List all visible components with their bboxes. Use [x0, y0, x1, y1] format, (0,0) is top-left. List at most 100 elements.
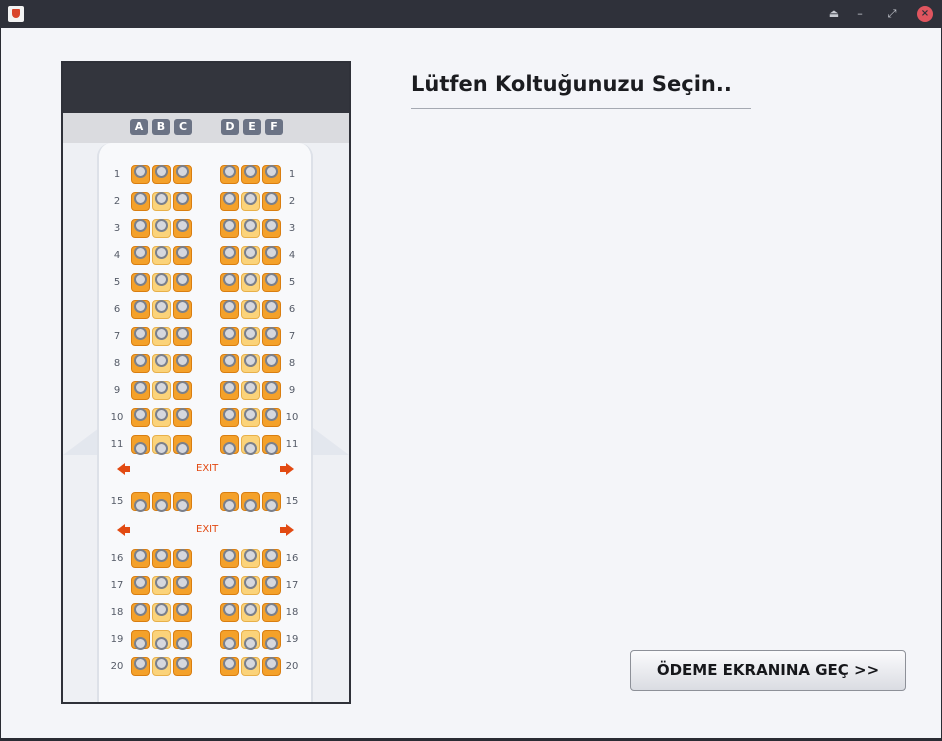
seat-11f[interactable] — [262, 435, 281, 455]
seat-16b[interactable] — [152, 549, 171, 568]
seat-17e[interactable] — [241, 576, 260, 595]
seat-20a[interactable] — [131, 657, 150, 676]
eject-icon[interactable]: ⏏ — [826, 6, 842, 22]
seat-4c[interactable] — [173, 246, 192, 265]
seat-16e[interactable] — [241, 549, 260, 568]
seat-15c[interactable] — [173, 492, 192, 512]
seat-15e[interactable] — [241, 492, 260, 512]
seat-5b[interactable] — [152, 273, 171, 292]
seat-5c[interactable] — [173, 273, 192, 292]
seat-7e[interactable] — [241, 327, 260, 346]
seat-11c[interactable] — [173, 435, 192, 455]
seat-1a[interactable] — [131, 165, 150, 184]
seat-7a[interactable] — [131, 327, 150, 346]
seat-2e[interactable] — [241, 192, 260, 211]
seat-18d[interactable] — [220, 603, 239, 622]
close-icon[interactable]: × — [917, 6, 933, 22]
seat-11e[interactable] — [241, 435, 260, 455]
seat-19f[interactable] — [262, 630, 281, 650]
seat-17c[interactable] — [173, 576, 192, 595]
seat-16d[interactable] — [220, 549, 239, 568]
seat-20e[interactable] — [241, 657, 260, 676]
seat-20b[interactable] — [152, 657, 171, 676]
seat-18e[interactable] — [241, 603, 260, 622]
seat-15a[interactable] — [131, 492, 150, 512]
seat-18a[interactable] — [131, 603, 150, 622]
seat-4b[interactable] — [152, 246, 171, 265]
seat-6a[interactable] — [131, 300, 150, 319]
seat-18f[interactable] — [262, 603, 281, 622]
seat-19b[interactable] — [152, 630, 171, 650]
seat-7b[interactable] — [152, 327, 171, 346]
seat-8e[interactable] — [241, 354, 260, 373]
seat-10f[interactable] — [262, 408, 281, 427]
seat-17a[interactable] — [131, 576, 150, 595]
seat-6c[interactable] — [173, 300, 192, 319]
seat-7d[interactable] — [220, 327, 239, 346]
seat-4f[interactable] — [262, 246, 281, 265]
seat-4e[interactable] — [241, 246, 260, 265]
seat-2b[interactable] — [152, 192, 171, 211]
seat-15b[interactable] — [152, 492, 171, 512]
seat-5e[interactable] — [241, 273, 260, 292]
seat-9f[interactable] — [262, 381, 281, 400]
seat-16f[interactable] — [262, 549, 281, 568]
seat-3d[interactable] — [220, 219, 239, 238]
seat-6f[interactable] — [262, 300, 281, 319]
seat-1e[interactable] — [241, 165, 260, 184]
seat-1f[interactable] — [262, 165, 281, 184]
seat-8d[interactable] — [220, 354, 239, 373]
seat-1b[interactable] — [152, 165, 171, 184]
seat-2a[interactable] — [131, 192, 150, 211]
seat-3e[interactable] — [241, 219, 260, 238]
seat-3c[interactable] — [173, 219, 192, 238]
seat-2f[interactable] — [262, 192, 281, 211]
seat-16c[interactable] — [173, 549, 192, 568]
seat-6e[interactable] — [241, 300, 260, 319]
go-to-payment-button[interactable]: ÖDEME EKRANINA GEÇ >> — [630, 650, 906, 691]
seat-7f[interactable] — [262, 327, 281, 346]
seat-9b[interactable] — [152, 381, 171, 400]
seat-3f[interactable] — [262, 219, 281, 238]
seat-18b[interactable] — [152, 603, 171, 622]
seat-7c[interactable] — [173, 327, 192, 346]
seat-10e[interactable] — [241, 408, 260, 427]
seat-19e[interactable] — [241, 630, 260, 650]
seat-9a[interactable] — [131, 381, 150, 400]
seat-10b[interactable] — [152, 408, 171, 427]
seat-19a[interactable] — [131, 630, 150, 650]
seat-10c[interactable] — [173, 408, 192, 427]
seat-4d[interactable] — [220, 246, 239, 265]
seat-1c[interactable] — [173, 165, 192, 184]
restore-icon[interactable]: ⤢ — [884, 6, 900, 22]
seat-9c[interactable] — [173, 381, 192, 400]
seat-19c[interactable] — [173, 630, 192, 650]
minimize-icon[interactable]: – — [852, 6, 868, 22]
seat-19d[interactable] — [220, 630, 239, 650]
seat-10d[interactable] — [220, 408, 239, 427]
seat-6b[interactable] — [152, 300, 171, 319]
seat-5f[interactable] — [262, 273, 281, 292]
seat-10a[interactable] — [131, 408, 150, 427]
seat-11a[interactable] — [131, 435, 150, 455]
seat-11d[interactable] — [220, 435, 239, 455]
seat-8b[interactable] — [152, 354, 171, 373]
seat-16a[interactable] — [131, 549, 150, 568]
seat-20d[interactable] — [220, 657, 239, 676]
seat-17b[interactable] — [152, 576, 171, 595]
seat-2c[interactable] — [173, 192, 192, 211]
seat-18c[interactable] — [173, 603, 192, 622]
seat-8c[interactable] — [173, 354, 192, 373]
seat-4a[interactable] — [131, 246, 150, 265]
seat-15d[interactable] — [220, 492, 239, 512]
seat-3b[interactable] — [152, 219, 171, 238]
seat-2d[interactable] — [220, 192, 239, 211]
seat-9d[interactable] — [220, 381, 239, 400]
seat-6d[interactable] — [220, 300, 239, 319]
seat-17f[interactable] — [262, 576, 281, 595]
seat-1d[interactable] — [220, 165, 239, 184]
seat-9e[interactable] — [241, 381, 260, 400]
seat-8f[interactable] — [262, 354, 281, 373]
seat-20f[interactable] — [262, 657, 281, 676]
seat-5d[interactable] — [220, 273, 239, 292]
